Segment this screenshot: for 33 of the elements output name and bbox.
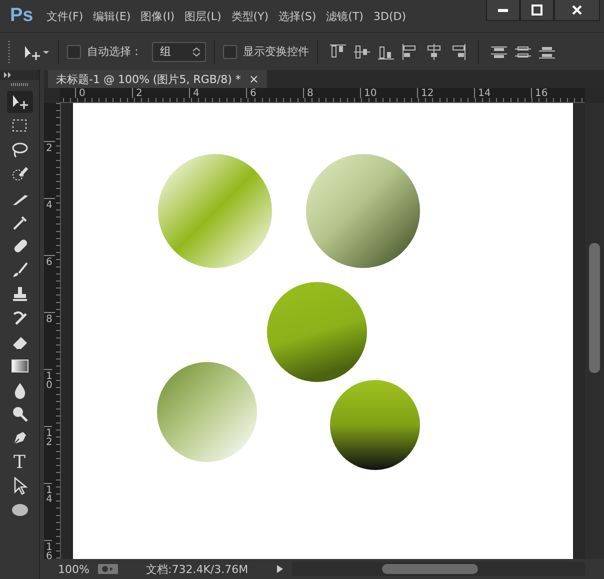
dropdown[interactable]: 组 — [152, 42, 206, 62]
checkbox-label: 显示变换控件 — [243, 44, 309, 59]
spinner-arrows-icon — [193, 46, 200, 56]
type-tool[interactable]: T — [6, 451, 32, 473]
menu-item[interactable]: 类型(Y) — [226, 8, 274, 24]
document-size: 文档:732.4K/3.76M — [146, 562, 250, 576]
maximize-icon — [531, 4, 543, 16]
checkbox-label: 自动选择： — [87, 44, 142, 59]
menu-item[interactable]: 选择(S) — [274, 8, 322, 24]
collapse-icon[interactable] — [4, 72, 12, 78]
menu-item[interactable]: 文件(F) — [41, 8, 88, 24]
play-arrow-icon[interactable] — [276, 564, 284, 574]
checkbox[interactable] — [67, 44, 81, 58]
menu-item[interactable]: 3D(D) — [368, 10, 411, 22]
menu-item[interactable]: 图像(I) — [136, 8, 180, 24]
tool-button[interactable] — [6, 91, 32, 113]
maximize-button[interactable] — [520, 0, 554, 21]
zoom-level[interactable]: 100% — [58, 562, 98, 576]
close-button[interactable] — [554, 0, 600, 21]
minimize-button[interactable] — [486, 0, 520, 21]
document-tab[interactable]: 未标题-1 @ 100% (图片5, RGB/8) * × — [48, 70, 267, 88]
menu-item[interactable]: 编辑(E) — [88, 8, 136, 24]
vertical-scrollbar[interactable] — [585, 103, 604, 559]
checkbox[interactable] — [223, 44, 237, 58]
lasso-tool-icon — [10, 140, 30, 160]
ruler-label: 16 — [44, 540, 52, 559]
menu-item[interactable]: 图层(L) — [180, 8, 226, 24]
horizontal-scrollbar[interactable] — [292, 562, 585, 576]
tab-close-button[interactable]: × — [248, 72, 259, 86]
app-logo: Ps — [10, 5, 34, 27]
close-icon — [571, 4, 583, 16]
minimize-icon — [498, 8, 508, 12]
menu-item[interactable]: 滤镜(T) — [321, 8, 368, 24]
